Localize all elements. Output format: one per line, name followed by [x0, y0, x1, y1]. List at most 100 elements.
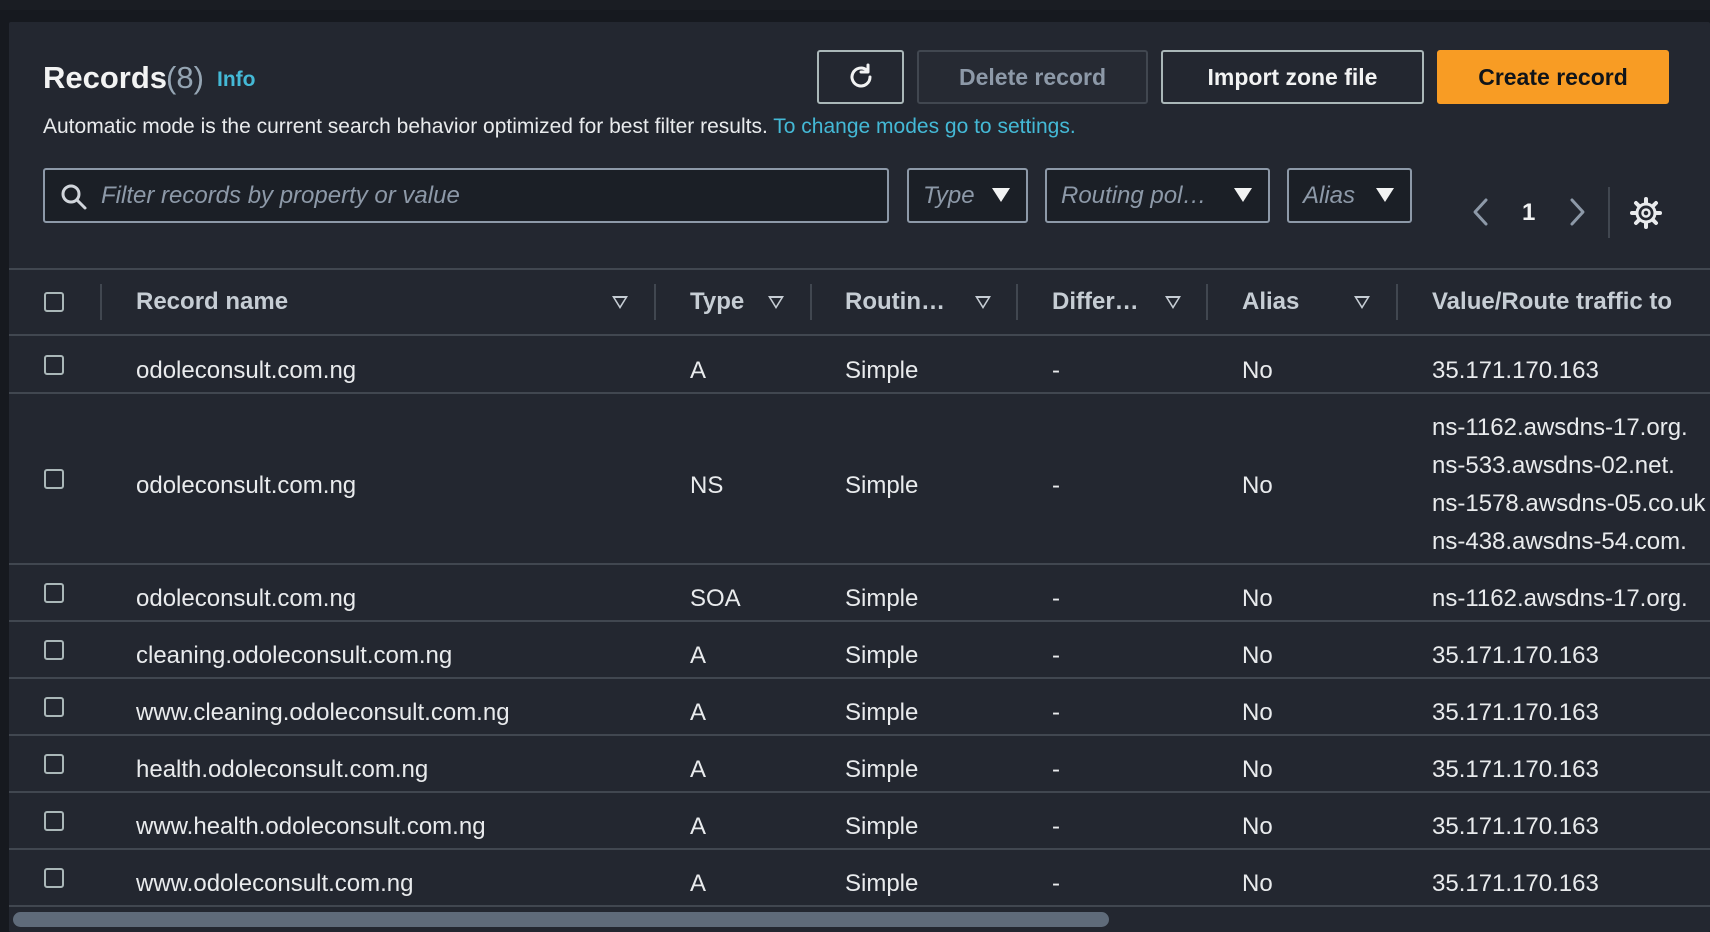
cell-differentiator: - [1052, 756, 1060, 783]
chevron-left-icon[interactable] [1470, 196, 1492, 228]
cell-routing: Simple [845, 472, 919, 499]
row-divider [9, 334, 1710, 336]
caret-down-icon [1376, 188, 1394, 202]
mode-notice-text: Automatic mode is the current search beh… [43, 115, 768, 138]
cell-value: 35.171.170.163 [1432, 357, 1599, 384]
column-header-record-name[interactable]: Record name [136, 288, 288, 316]
cell-type: A [690, 870, 707, 897]
column-header-differentiator[interactable]: Differ… [1052, 288, 1139, 316]
pagination-divider [1608, 187, 1610, 238]
row-checkbox[interactable] [44, 640, 64, 660]
row-checkbox[interactable] [44, 583, 64, 603]
caret-down-icon [1234, 188, 1252, 202]
search-icon [61, 184, 87, 210]
cell-alias: No [1242, 585, 1273, 612]
cell-type: A [690, 756, 707, 783]
cell-type: SOA [690, 585, 741, 612]
cell-alias: No [1242, 642, 1273, 669]
cell-type: A [690, 699, 707, 726]
create-record-button[interactable]: Create record [1437, 50, 1669, 104]
cell-alias: No [1242, 813, 1273, 840]
sort-icon[interactable] [768, 296, 784, 309]
type-filter-label: Type [923, 182, 975, 209]
cell-routing: Simple [845, 585, 919, 612]
top-strip [0, 0, 1710, 10]
row-divider [9, 848, 1710, 850]
refresh-button[interactable] [817, 50, 904, 104]
cell-value: ns-1578.awsdns-05.co.uk [1432, 490, 1706, 517]
cell-value: ns-1162.awsdns-17.org. [1432, 414, 1688, 441]
cell-record-name[interactable]: cleaning.odoleconsult.com.ng [136, 642, 452, 670]
cell-record-name[interactable]: odoleconsult.com.ng [136, 357, 356, 385]
search-placeholder: Filter records by property or value [101, 182, 460, 209]
column-header-value[interactable]: Value/Route traffic to [1432, 288, 1672, 316]
sort-icon[interactable] [1165, 296, 1181, 309]
cell-value: 35.171.170.163 [1432, 756, 1599, 783]
cell-differentiator: - [1052, 585, 1060, 612]
column-divider[interactable] [1396, 284, 1398, 320]
settings-link[interactable]: To change modes go to settings. [773, 115, 1075, 138]
select-all-checkbox[interactable] [44, 292, 64, 312]
row-checkbox[interactable] [44, 811, 64, 831]
cell-record-name[interactable]: www.odoleconsult.com.ng [136, 870, 413, 898]
cell-record-name[interactable]: www.health.odoleconsult.com.ng [136, 813, 486, 841]
alias-filter-dropdown[interactable]: Alias [1287, 168, 1412, 223]
chevron-right-icon[interactable] [1566, 196, 1588, 228]
cell-value: 35.171.170.163 [1432, 642, 1599, 669]
row-divider [9, 905, 1710, 907]
cell-value: 35.171.170.163 [1432, 813, 1599, 840]
cell-record-name[interactable]: www.cleaning.odoleconsult.com.ng [136, 699, 510, 727]
sort-icon[interactable] [1354, 296, 1370, 309]
cell-record-name[interactable]: health.odoleconsult.com.ng [136, 756, 428, 784]
routing-policy-filter-dropdown[interactable]: Routing pol… [1045, 168, 1270, 223]
type-filter-dropdown[interactable]: Type [907, 168, 1028, 223]
row-checkbox[interactable] [44, 355, 64, 375]
column-header-alias[interactable]: Alias [1242, 288, 1299, 316]
sort-icon[interactable] [975, 296, 991, 309]
cell-alias: No [1242, 870, 1273, 897]
cell-record-name[interactable]: odoleconsult.com.ng [136, 472, 356, 500]
column-divider[interactable] [1206, 284, 1208, 320]
cell-record-name[interactable]: odoleconsult.com.ng [136, 585, 356, 613]
row-checkbox[interactable] [44, 868, 64, 888]
cell-alias: No [1242, 756, 1273, 783]
cell-alias: No [1242, 357, 1273, 384]
cell-value: 35.171.170.163 [1432, 870, 1599, 897]
cell-differentiator: - [1052, 357, 1060, 384]
cell-routing: Simple [845, 870, 919, 897]
row-divider [9, 734, 1710, 736]
gear-icon[interactable] [1630, 197, 1662, 229]
alias-filter-label: Alias [1303, 182, 1356, 209]
sort-icon[interactable] [612, 296, 628, 309]
search-input[interactable]: Filter records by property or value [43, 168, 889, 223]
column-divider[interactable] [1016, 284, 1018, 320]
cell-type: A [690, 642, 707, 669]
row-divider [9, 620, 1710, 622]
horizontal-scrollbar[interactable] [13, 912, 1109, 927]
cell-routing: Simple [845, 756, 919, 783]
column-header-routing[interactable]: Routin… [845, 288, 945, 316]
caret-down-icon [992, 188, 1010, 202]
column-divider[interactable] [654, 284, 656, 320]
row-checkbox[interactable] [44, 754, 64, 774]
cell-routing: Simple [845, 357, 919, 384]
import-zone-file-button[interactable]: Import zone file [1161, 50, 1424, 104]
row-checkbox[interactable] [44, 469, 64, 489]
cell-alias: No [1242, 699, 1273, 726]
routing-filter-label: Routing pol… [1061, 182, 1207, 209]
cell-differentiator: - [1052, 699, 1060, 726]
cell-type: A [690, 357, 707, 384]
delete-record-button[interactable]: Delete record [917, 50, 1148, 104]
row-checkbox[interactable] [44, 697, 64, 717]
info-link[interactable]: Info [217, 68, 255, 92]
cell-routing: Simple [845, 642, 919, 669]
cell-type: NS [690, 472, 724, 499]
column-divider[interactable] [810, 284, 812, 320]
cell-value: 35.171.170.163 [1432, 699, 1599, 726]
cell-value: ns-1162.awsdns-17.org. [1432, 585, 1688, 612]
records-count: (8) [166, 60, 204, 95]
cell-differentiator: - [1052, 642, 1060, 669]
column-divider [100, 284, 102, 320]
current-page-number[interactable]: 1 [1522, 199, 1535, 227]
column-header-type[interactable]: Type [690, 288, 744, 316]
